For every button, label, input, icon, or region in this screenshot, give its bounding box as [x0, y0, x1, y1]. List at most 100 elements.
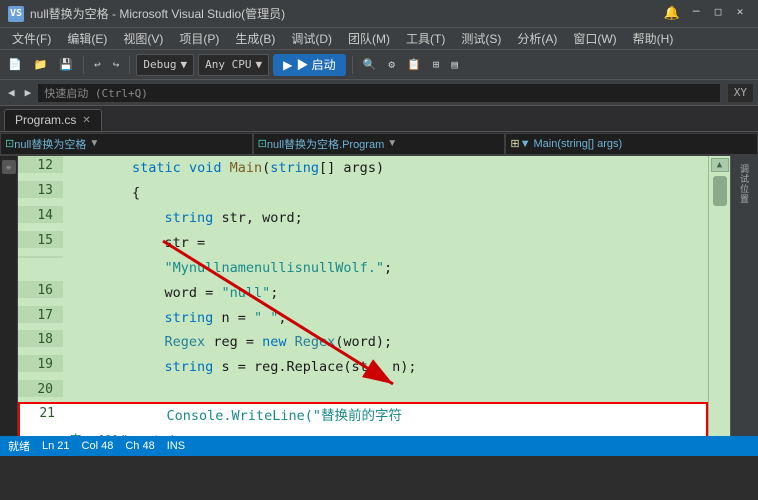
nav-arrow-1: ▼ [86, 138, 102, 149]
line-num-15: 15 [18, 231, 63, 248]
line-num-18: 18 [18, 330, 63, 347]
class-icon: ⊡ [258, 137, 267, 150]
window-controls: 🔔 ─ □ ✕ [660, 3, 750, 25]
code-line-20: 20 [18, 380, 708, 402]
toolbar-btn-1[interactable]: ⚙ [384, 54, 399, 76]
far-right-label: 调试位置 [738, 164, 751, 204]
line-num-21: 21 [20, 404, 65, 421]
code-line-15b: "MynullnamenullisnullWolf."; [18, 256, 708, 281]
menu-test[interactable]: 测试(S) [453, 28, 509, 49]
minimize-button[interactable]: ─ [686, 3, 706, 21]
menu-help[interactable]: 帮助(H) [625, 28, 682, 49]
menu-project[interactable]: 项目(P) [171, 28, 227, 49]
code-line-14: 14 string str, word; [18, 206, 708, 231]
far-right-panel: 调试位置 [730, 156, 758, 436]
menu-team[interactable]: 团队(M) [340, 28, 398, 49]
namespace-icon: ⊡ [5, 137, 14, 150]
status-bar: 就绪 Ln 21 Col 48 Ch 48 INS [0, 436, 758, 456]
tab-program-cs[interactable]: Program.cs ✕ [4, 109, 102, 131]
menu-tools[interactable]: 工具(T) [398, 28, 453, 49]
class-selector[interactable]: ⊡ null替换为空格.Program ▼ [253, 133, 506, 155]
toolbar-btn-3[interactable]: ⊞ [429, 54, 444, 76]
secondary-toolbar: ◀ ▶ 快速启动 (Ctrl+Q) XY [0, 80, 758, 106]
vs-icon: VS [8, 6, 24, 22]
window-title: null替换为空格 - Microsoft Visual Studio(管理员) [30, 5, 285, 22]
line-content-21a: Console.WriteLine("替换前的字符 [65, 404, 706, 429]
separator-1 [83, 56, 84, 74]
debug-config-dropdown[interactable]: Debug ▼ [136, 54, 194, 76]
left-gutter: ≡ [0, 156, 18, 436]
line-num-20: 20 [18, 380, 63, 397]
code-line-19: 19 string s = reg.Replace(str, n); [18, 355, 708, 380]
code-editor[interactable]: 12 static void Main(string[] args) 13 { … [18, 156, 708, 436]
new-file-button[interactable]: 📄 [4, 54, 26, 76]
line-content-17: string n = " "; [63, 306, 708, 331]
line-content-20 [63, 380, 708, 384]
code-line-17: 17 string n = " "; [18, 306, 708, 331]
gutter-icon-1: ≡ [2, 160, 16, 174]
search-icon[interactable]: 🔍 [359, 54, 381, 76]
scroll-thumb[interactable] [713, 176, 727, 206]
line-num-19: 19 [18, 355, 63, 372]
menu-file[interactable]: 文件(F) [4, 28, 59, 49]
menu-bar: 文件(F) 编辑(E) 视图(V) 项目(P) 生成(B) 调试(D) 团队(M… [0, 28, 758, 50]
tab-close-icon[interactable]: ✕ [82, 115, 90, 126]
main-toolbar: 📄 📁 💾 ↩ ↪ Debug ▼ Any CPU ▼ ▶ ▶ 启动 🔍 ⚙ 📋… [0, 50, 758, 80]
code-line-21: 21 Console.WriteLine("替换前的字符 串：{0}", str… [18, 402, 708, 436]
code-line-13: 13 { [18, 181, 708, 206]
line-content-21b: 串：{0}", str); [20, 429, 706, 436]
xy-badge: XY [727, 83, 754, 103]
code-line-18: 18 Regex reg = new Regex(word); [18, 330, 708, 355]
line-num-12: 12 [18, 156, 63, 173]
code-line-15: 15 str = [18, 231, 708, 256]
menu-edit[interactable]: 编辑(E) [59, 28, 115, 49]
forward-button[interactable]: ▶ [21, 82, 36, 104]
namespace-label: null替换为空格 [14, 136, 86, 152]
back-button[interactable]: ◀ [4, 82, 19, 104]
play-icon: ▶ [283, 58, 292, 72]
line-num-13: 13 [18, 181, 63, 198]
namespace-selector[interactable]: ⊡ null替换为空格 ▼ [0, 133, 253, 155]
notification-icon[interactable]: 🔔 [660, 3, 684, 25]
line-content-15b: "MynullnamenullisnullWolf."; [63, 256, 708, 281]
title-bar: VS null替换为空格 - Microsoft Visual Studio(管… [0, 0, 758, 28]
open-button[interactable]: 📁 [30, 54, 52, 76]
status-ch: Ch 48 [125, 440, 154, 452]
maximize-button[interactable]: □ [708, 3, 728, 21]
toolbar-btn-4[interactable]: ▤ [447, 54, 462, 76]
scroll-up-button[interactable]: ▲ [711, 158, 729, 172]
menu-debug[interactable]: 调试(D) [283, 28, 340, 49]
start-button[interactable]: ▶ ▶ 启动 [273, 54, 346, 76]
toolbar-btn-2[interactable]: 📋 [403, 54, 425, 76]
line-content-15: str = [63, 231, 708, 256]
line-num-17: 17 [18, 306, 63, 323]
right-scrollbar[interactable]: ▲ [708, 156, 730, 436]
line-num-14: 14 [18, 206, 63, 223]
menu-analyze[interactable]: 分析(A) [509, 28, 565, 49]
status-ready: 就绪 [8, 438, 30, 454]
cpu-config-dropdown[interactable]: Any CPU ▼ [198, 54, 269, 76]
code-line-16: 16 word = "null"; [18, 281, 708, 306]
nav-arrow-2: ▼ [384, 138, 400, 149]
line-content-13: { [63, 181, 708, 206]
redo-button[interactable]: ↪ [109, 54, 124, 76]
method-icon: ⊞ [510, 137, 519, 150]
line-num-15b [18, 256, 63, 258]
menu-view[interactable]: 视图(V) [115, 28, 171, 49]
undo-button[interactable]: ↩ [90, 54, 105, 76]
close-button[interactable]: ✕ [730, 3, 750, 21]
line-content-19: string s = reg.Replace(str, n); [63, 355, 708, 380]
code-line-12: 12 static void Main(string[] args) [18, 156, 708, 181]
line-content-14: string str, word; [63, 206, 708, 231]
status-ins: INS [167, 440, 185, 452]
editor-container: ≡ 12 static void Main(string[] args) 13 … [0, 156, 758, 436]
save-button[interactable]: 💾 [55, 54, 77, 76]
quick-search-bar[interactable]: 快速启动 (Ctrl+Q) [37, 83, 721, 103]
line-num-16: 16 [18, 281, 63, 298]
method-selector[interactable]: ⊞ ▼ Main(string[] args) [505, 133, 758, 155]
status-line: Ln 21 [42, 440, 70, 452]
title-bar-left: VS null替换为空格 - Microsoft Visual Studio(管… [8, 5, 285, 22]
menu-build[interactable]: 生成(B) [227, 28, 283, 49]
menu-window[interactable]: 窗口(W) [565, 28, 624, 49]
class-label: null替换为空格.Program [267, 136, 384, 152]
